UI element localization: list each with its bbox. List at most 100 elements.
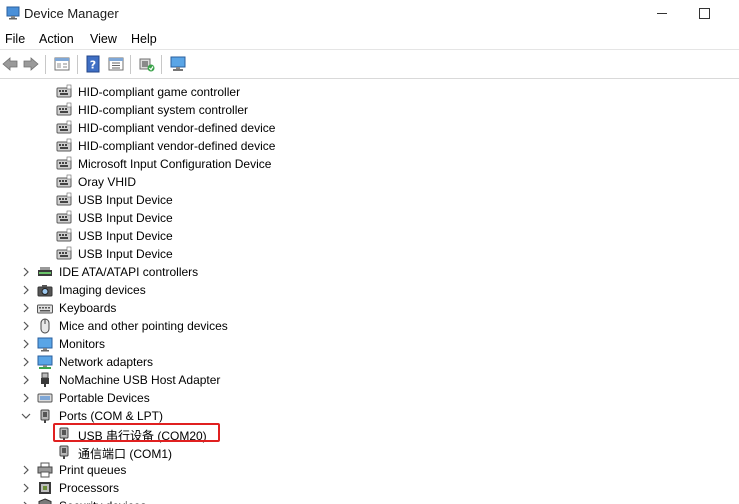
chevron-right-icon[interactable] [20,499,32,504]
usb-plug-icon [41,372,49,387]
svg-text:?: ? [90,59,96,72]
security-device-icon [38,498,52,504]
category-row[interactable]: Monitors [0,335,739,353]
tree-item-label: Keyboards [59,301,117,315]
tree-item-label: Security devices [59,499,146,504]
tree-item-label: HID-compliant system controller [78,103,249,117]
hid-device-icon [56,228,72,242]
menu-bar: File Action View Help [0,28,739,50]
device-row[interactable]: HID-compliant system controller [0,101,739,119]
window-title: Device Manager [24,6,119,21]
scan-hardware-icon[interactable] [137,55,155,73]
tree-item-label: Network adapters [59,355,154,369]
forward-arrow-icon[interactable] [22,55,40,73]
device-row[interactable]: 通信端口 (COM1) [0,443,739,461]
ide-controller-icon [38,267,52,276]
device-row[interactable]: USB Input Device [0,209,739,227]
highlight-box [53,423,220,442]
help-icon[interactable]: ? [84,55,102,73]
hid-device-icon [56,210,72,224]
tree-item-label: Ports (COM & LPT) [59,409,164,423]
tree-item-label: HID-compliant vendor-defined device [78,139,276,153]
tree-item-label: Monitors [59,337,106,351]
processor-icon [39,482,51,494]
chevron-right-icon[interactable] [20,337,32,351]
chevron-right-icon[interactable] [20,481,32,495]
tree-item-label: Processors [59,481,120,495]
menu-help[interactable]: Help [131,32,157,46]
category-row[interactable]: Keyboards [0,299,739,317]
tree-item-label: NoMachine USB Host Adapter [59,373,221,387]
tree-item-label: USB Input Device [78,211,173,225]
hid-device-icon [56,84,72,98]
network-adapter-icon [37,355,53,369]
device-row[interactable]: Microsoft Input Configuration Device [0,155,739,173]
category-row[interactable]: Imaging devices [0,281,739,299]
category-row[interactable]: Security devices [0,497,739,504]
tree-item-label: Imaging devices [59,283,146,297]
chevron-right-icon[interactable] [20,319,32,333]
device-row[interactable]: USB Input Device [0,227,739,245]
category-row[interactable]: Mice and other pointing devices [0,317,739,335]
category-row[interactable]: Processors [0,479,739,497]
toolbar: ? [0,50,739,79]
tree-item-label: IDE ATA/ATAPI controllers [59,265,199,279]
chevron-right-icon[interactable] [20,373,32,387]
maximize-button[interactable] [694,4,714,22]
hid-device-icon [56,156,72,170]
chevron-right-icon[interactable] [20,391,32,405]
chevron-right-icon[interactable] [20,355,32,369]
device-row[interactable]: USB Input Device [0,245,739,263]
mouse-icon [40,318,50,334]
device-row[interactable]: USB Input Device [0,191,739,209]
device-row[interactable]: HID-compliant vendor-defined device [0,137,739,155]
tree-item-label: USB Input Device [78,193,173,207]
chevron-right-icon[interactable] [20,265,32,279]
tree-item-label: HID-compliant vendor-defined device [78,121,276,135]
minimize-button[interactable] [652,4,672,22]
monitor-properties-icon[interactable] [169,55,187,73]
port-icon [40,409,50,423]
hid-device-icon [56,120,72,134]
tree-item-label: Microsoft Input Configuration Device [78,157,272,171]
back-arrow-icon[interactable] [1,55,19,73]
category-row[interactable]: NoMachine USB Host Adapter [0,371,739,389]
hid-device-icon [56,246,72,260]
title-bar: Device Manager [0,0,739,28]
tree-item-label: Portable Devices [59,391,150,405]
keyboard-icon [37,304,53,314]
device-row[interactable]: Oray VHID [0,173,739,191]
tree-item-label: USB Input Device [78,229,173,243]
menu-action[interactable]: Action [39,32,74,46]
tree-item-label: 通信端口 (COM1) [78,447,172,461]
category-row[interactable]: Network adapters [0,353,739,371]
tree-item-label: Oray VHID [78,175,137,189]
show-hide-tree-icon[interactable] [107,55,125,73]
chevron-right-icon[interactable] [20,463,32,477]
hid-device-icon [56,138,72,152]
tree-item-label: USB Input Device [78,247,173,261]
hid-device-icon [56,102,72,116]
category-row[interactable]: Portable Devices [0,389,739,407]
menu-file[interactable]: File [5,32,25,46]
chevron-right-icon[interactable] [20,301,32,315]
properties-view-icon[interactable] [53,55,71,73]
tree-item-label: Mice and other pointing devices [59,319,228,333]
hid-device-icon [56,174,72,188]
category-row[interactable]: IDE ATA/ATAPI controllers [0,263,739,281]
camera-icon [37,285,53,297]
portable-device-icon [37,393,53,403]
device-row[interactable]: HID-compliant game controller [0,83,739,101]
chevron-right-icon[interactable] [20,283,32,297]
chevron-down-icon[interactable] [20,409,32,423]
device-manager-icon [6,6,20,20]
hid-device-icon [56,192,72,206]
tree-item-label: Print queues [59,463,127,477]
category-row[interactable]: Print queues [0,461,739,479]
tree-item-label: HID-compliant game controller [78,85,241,99]
port-icon [59,445,69,459]
monitor-icon [37,337,53,352]
printer-icon [37,462,53,478]
menu-view[interactable]: View [90,32,117,46]
device-row[interactable]: HID-compliant vendor-defined device [0,119,739,137]
